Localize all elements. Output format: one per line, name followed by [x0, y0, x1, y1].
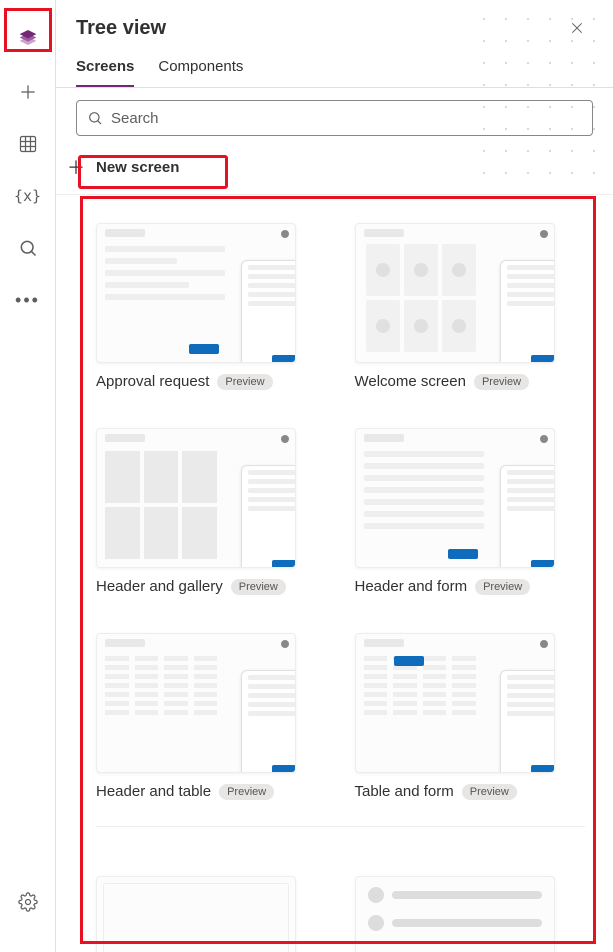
template-thumbnail	[355, 876, 555, 952]
plus-icon[interactable]	[8, 72, 48, 112]
template-thumbnail	[355, 633, 555, 773]
new-screen-button[interactable]: ＋ New screen	[56, 144, 613, 194]
template-card[interactable]: Approval request Preview	[96, 223, 327, 390]
tab-screens[interactable]: Screens	[76, 58, 134, 87]
close-icon[interactable]	[561, 12, 593, 44]
gallery-divider	[96, 826, 585, 827]
template-card[interactable]: Header and gallery Preview	[96, 428, 327, 595]
template-thumbnail	[96, 633, 296, 773]
tab-components[interactable]: Components	[158, 58, 243, 87]
search-icon-in-input	[87, 110, 103, 126]
panel-title: Tree view	[76, 17, 166, 40]
preview-badge: Preview	[475, 579, 530, 595]
template-card[interactable]: Header and table Preview	[96, 633, 327, 800]
search-input[interactable]	[111, 110, 582, 127]
more-icon[interactable]: •••	[8, 280, 48, 320]
preview-badge: Preview	[462, 784, 517, 800]
template-label: Header and gallery	[96, 578, 223, 595]
template-label: Welcome screen	[355, 373, 466, 390]
template-thumbnail	[96, 876, 296, 952]
template-label: Table and form	[355, 783, 454, 800]
plus-icon-small: ＋	[66, 154, 86, 180]
template-card[interactable]: Header and form Preview	[355, 428, 586, 595]
template-card[interactable]: Table and form Preview	[355, 633, 586, 800]
new-screen-label: New screen	[96, 159, 179, 176]
template-label: Approval request	[96, 373, 209, 390]
template-thumbnail	[96, 223, 296, 363]
grid-icon[interactable]	[8, 124, 48, 164]
template-thumbnail	[96, 428, 296, 568]
tree-view-panel: Tree view Screens Components ＋ New scree…	[56, 0, 613, 952]
preview-badge: Preview	[474, 374, 529, 390]
preview-badge: Preview	[231, 579, 286, 595]
search-input-wrap[interactable]	[76, 100, 593, 136]
template-card[interactable]	[355, 876, 586, 952]
search-icon[interactable]	[8, 228, 48, 268]
template-thumbnail	[355, 223, 555, 363]
screen-templates-gallery[interactable]: Approval request Preview Welcome screen Pre…	[56, 194, 613, 952]
template-thumbnail	[355, 428, 555, 568]
template-label: Header and form	[355, 578, 468, 595]
preview-badge: Preview	[219, 784, 274, 800]
template-card[interactable]	[96, 876, 327, 952]
template-label: Header and table	[96, 783, 211, 800]
gear-icon[interactable]	[8, 882, 48, 922]
variable-icon[interactable]: {x}	[8, 176, 48, 216]
left-rail: {x} •••	[0, 0, 56, 952]
layers-icon[interactable]	[8, 20, 48, 60]
tree-view-tabs: Screens Components	[56, 44, 613, 88]
template-card[interactable]: Welcome screen Preview	[355, 223, 586, 390]
preview-badge: Preview	[217, 374, 272, 390]
